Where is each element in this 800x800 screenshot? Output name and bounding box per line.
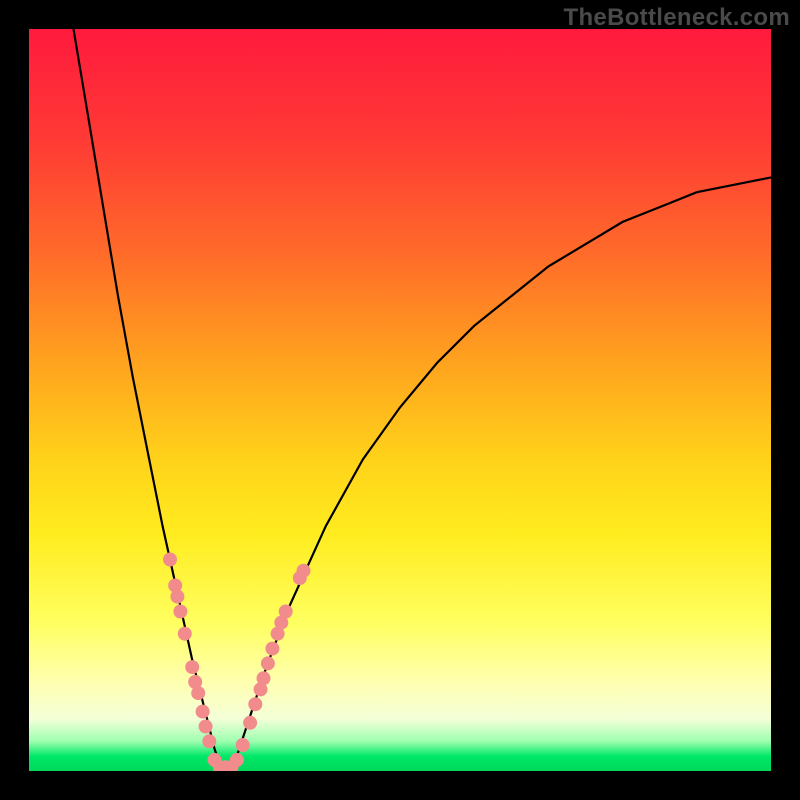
curve-marker — [265, 642, 279, 656]
curve-marker — [248, 697, 262, 711]
curve-marker — [261, 656, 275, 670]
curve-marker — [191, 686, 205, 700]
curve-marker — [178, 627, 192, 641]
curve-marker — [243, 716, 257, 730]
curve-marker — [202, 734, 216, 748]
bottleneck-curve-svg — [29, 29, 771, 771]
curve-marker — [199, 720, 213, 734]
bottleneck-curve — [74, 29, 772, 771]
watermark-text: TheBottleneck.com — [564, 4, 790, 32]
curve-marker — [230, 753, 244, 767]
curve-marker — [196, 705, 210, 719]
chart-frame: TheBottleneck.com — [0, 0, 800, 800]
curve-marker — [163, 553, 177, 567]
curve-marker — [257, 671, 271, 685]
curve-marker — [173, 605, 187, 619]
curve-marker — [236, 738, 250, 752]
curve-markers — [163, 553, 311, 772]
curve-marker — [185, 660, 199, 674]
curve-marker — [170, 590, 184, 604]
curve-marker — [279, 605, 293, 619]
curve-marker — [297, 564, 311, 578]
plot-area — [29, 29, 771, 771]
